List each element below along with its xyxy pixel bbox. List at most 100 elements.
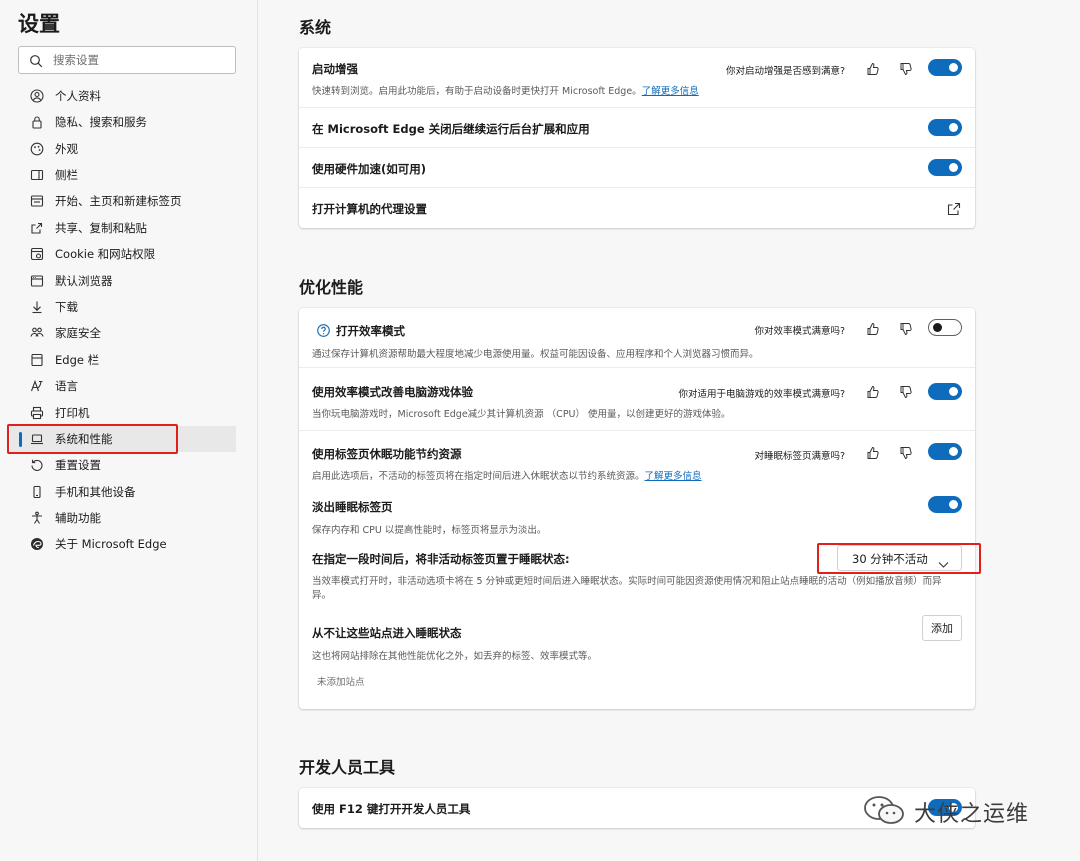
startup-boost-title: 启动增强: [312, 62, 358, 76]
share-icon: [29, 220, 45, 236]
feedback-question: 对睡眠标签页满意吗?: [754, 451, 845, 462]
external-link-icon[interactable]: [947, 201, 961, 220]
thumbs-up-icon[interactable]: [866, 384, 880, 398]
fade-tabs-toggle[interactable]: [928, 496, 962, 513]
sidebar-item-printers[interactable]: 打印机: [18, 400, 236, 426]
add-site-button[interactable]: 添加: [922, 615, 962, 641]
hardware-accel-row: 使用硬件加速(如可用): [299, 148, 975, 188]
gaming-row: 使用效率模式改善电脑游戏体验 当你玩电脑游戏时，Microsoft Edge减少…: [299, 368, 975, 431]
sidebar-item-reset[interactable]: 重置设置: [18, 452, 236, 478]
chevron-down-icon: [938, 554, 949, 573]
family-icon: [29, 325, 45, 341]
laptop-icon: [29, 431, 45, 447]
search-box[interactable]: [18, 46, 236, 74]
thumbs-down-icon[interactable]: [899, 445, 913, 460]
phone-icon: [29, 484, 45, 500]
startup-boost-desc: 快速转到浏览。启用此功能后，有助于启动设备时更快打开 Microsoft Edg…: [312, 86, 699, 97]
performance-card: 打开效率模式 通过保存计算机资源帮助最大程度地减少电源使用量。权益可能因设备、应…: [299, 308, 975, 709]
thumbs-down-icon[interactable]: [899, 321, 913, 336]
sidebar-item-label: 侧栏: [55, 168, 78, 182]
lock-icon: [29, 114, 45, 130]
language-icon: [29, 378, 45, 394]
efficiency-mode-toggle[interactable]: [928, 319, 962, 336]
sidebar-item-about[interactable]: 关于 Microsoft Edge: [18, 531, 236, 557]
wechat-icon: [862, 795, 906, 829]
background-apps-row: 在 Microsoft Edge 关闭后继续运行后台扩展和应用: [299, 108, 975, 148]
download-icon: [29, 299, 45, 315]
system-card: 启动增强 快速转到浏览。启用此功能后，有助于启动设备时更快打开 Microsof…: [299, 48, 975, 228]
gaming-title: 使用效率模式改善电脑游戏体验: [312, 385, 473, 399]
proxy-row[interactable]: 打开计算机的代理设置: [299, 188, 975, 228]
sidebar-item-family[interactable]: 家庭安全: [18, 320, 236, 346]
edge-logo-icon: [29, 536, 45, 552]
sleep-timeout-desc-cont: 异。: [312, 590, 332, 601]
sidebar-item-start-home[interactable]: 开始、主页和新建标签页: [18, 188, 236, 214]
sidebar-item-label: 系统和性能: [55, 432, 113, 446]
section-title-performance: 优化性能: [299, 278, 364, 297]
search-icon: [29, 53, 43, 72]
sleeping-tabs-group: 使用标签页休眠功能节约资源 启用此选项后，不活动的标签页将在指定时间后进入休眠状…: [299, 431, 975, 709]
watermark: 大侠之运维: [862, 795, 1029, 829]
thumbs-up-icon[interactable]: [866, 445, 880, 459]
sleeping-tabs-toggle[interactable]: [928, 443, 962, 460]
sidebar-item-system[interactable]: 系统和性能: [10, 426, 236, 452]
hardware-accel-title: 使用硬件加速(如可用): [312, 162, 427, 176]
learn-more-link[interactable]: 了解更多信息: [645, 471, 702, 482]
sidebar-item-default-browser[interactable]: 默认浏览器: [18, 268, 236, 294]
sidebar-item-label: 下载: [55, 300, 78, 314]
startup-boost-toggle[interactable]: [928, 59, 962, 76]
appearance-icon: [29, 141, 45, 157]
section-title-system: 系统: [299, 18, 332, 37]
sidebar-item-language[interactable]: 语言: [18, 373, 236, 399]
sidebar-item-downloads[interactable]: 下载: [18, 294, 236, 320]
sidebar-item-label: 开始、主页和新建标签页: [55, 194, 182, 208]
watermark-text: 大侠之运维: [914, 802, 1030, 827]
hardware-accel-toggle[interactable]: [928, 159, 962, 176]
thumbs-down-icon[interactable]: [899, 384, 913, 399]
gaming-desc: 当你玩电脑游戏时，Microsoft Edge减少其计算机资源 （CPU） 使用…: [312, 409, 731, 420]
sleeping-tabs-desc: 启用此选项后，不活动的标签页将在指定时间后进入休眠状态以节约系统资源。了解更多信…: [312, 471, 702, 482]
learn-more-link[interactable]: 了解更多信息: [642, 86, 699, 97]
profile-icon: [29, 88, 45, 104]
thumbs-up-icon[interactable]: [866, 321, 880, 335]
sidebar-item-phone[interactable]: 手机和其他设备: [18, 479, 236, 505]
sleep-timeout-dropdown[interactable]: 30 分钟不活动: [837, 545, 962, 571]
sidebar-item-label: 关于 Microsoft Edge: [55, 537, 167, 551]
sidebar-item-privacy[interactable]: 隐私、搜索和服务: [18, 109, 236, 135]
sleep-timeout-title: 在指定一段时间后，将非活动标签页置于睡眠状态:: [312, 552, 570, 566]
edge-bar-icon: [29, 352, 45, 368]
background-apps-toggle[interactable]: [928, 119, 962, 136]
printer-icon: [29, 405, 45, 421]
help-icon[interactable]: [317, 322, 330, 341]
sidebar-title: 设置: [18, 12, 60, 36]
fade-tabs-desc: 保存内存和 CPU 以提高性能时，标签页将显示为淡出。: [312, 525, 547, 536]
sidebar-item-label: 辅助功能: [55, 511, 101, 525]
accessibility-icon: [29, 510, 45, 526]
gaming-toggle[interactable]: [928, 383, 962, 400]
sidebar-item-profile[interactable]: 个人资料: [18, 83, 236, 109]
section-title-devtools: 开发人员工具: [299, 758, 396, 777]
efficiency-mode-title: 打开效率模式: [336, 324, 405, 338]
cookie-icon: [29, 246, 45, 262]
sidebar-item-label: 外观: [55, 142, 78, 156]
sidebar-item-label: 家庭安全: [55, 326, 101, 340]
sidebar-item-label: 打印机: [55, 406, 90, 420]
search-input[interactable]: [53, 51, 229, 69]
home-icon: [29, 193, 45, 209]
sidebar-item-share[interactable]: 共享、复制和粘贴: [18, 215, 236, 241]
sidebar-item-appearance[interactable]: 外观: [18, 136, 236, 162]
feedback-question: 你对启动增强是否感到满意?: [725, 66, 845, 77]
sidebar-item-sidebar[interactable]: 侧栏: [18, 162, 236, 188]
sidebar-item-label: 手机和其他设备: [55, 485, 136, 499]
never-sleep-desc: 这也将网站排除在其他性能优化之外，如丢弃的标签、效率模式等。: [312, 651, 598, 662]
fade-tabs-title: 淡出睡眠标签页: [312, 500, 393, 514]
settings-sidebar: 设置 个人资料 隐私、搜索和服务 外观 侧栏 开始、主页和新建标签页 共享、复制…: [0, 0, 258, 861]
sidebar-item-cookies[interactable]: Cookie 和网站权限: [18, 241, 236, 267]
thumbs-down-icon[interactable]: [899, 61, 913, 76]
sidebar-item-label: 重置设置: [55, 458, 101, 472]
sidebar-item-edge-bar[interactable]: Edge 栏: [18, 347, 236, 373]
sidebar-item-accessibility[interactable]: 辅助功能: [18, 505, 236, 531]
sidebar-item-label: 隐私、搜索和服务: [55, 115, 147, 129]
sleep-timeout-desc: 当效率模式打开时，非活动选项卡将在 5 分钟或更短时间后进入睡眠状态。实际时间可…: [312, 576, 942, 587]
thumbs-up-icon[interactable]: [866, 61, 880, 75]
